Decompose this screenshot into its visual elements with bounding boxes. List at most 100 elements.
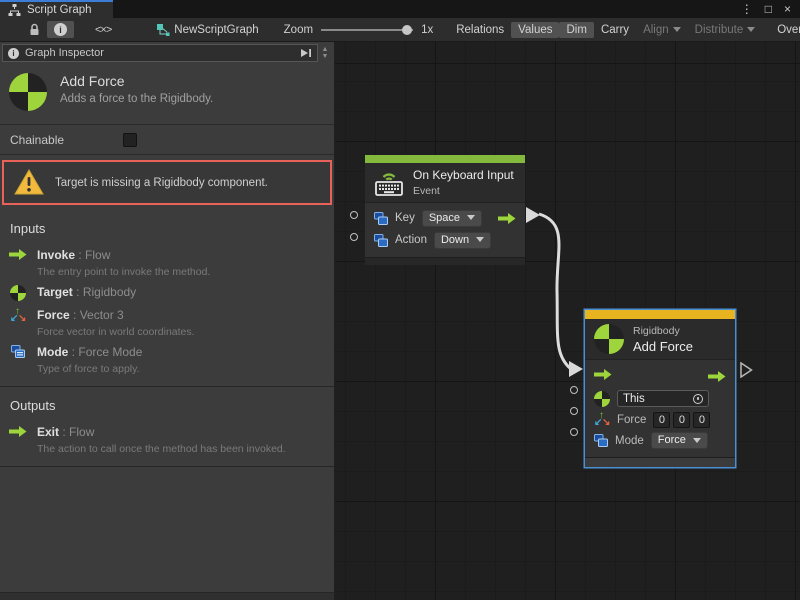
wire-end-arrow-icon (569, 361, 583, 380)
inputs-section: Inputs Invoke : Flow The entry point to … (0, 210, 334, 387)
graph-inspector-panel: i Graph Inspector ▲ ▼ (0, 42, 335, 600)
warning-message: Target is missing a Rigidbody component. (55, 177, 268, 189)
inspector-header[interactable]: i Graph Inspector (2, 44, 318, 62)
zoom-slider-handle[interactable] (402, 25, 412, 35)
tab-script-graph[interactable]: Script Graph (0, 0, 113, 18)
chevron-down-icon (747, 27, 755, 32)
flow-row (585, 364, 735, 388)
mode-row: Mode Force (585, 430, 735, 451)
chevron-down-icon (673, 27, 681, 32)
zoom-value: 1x (421, 24, 433, 36)
enum-icon (8, 343, 28, 358)
unit-header: Add Force Adds a force to the Rigidbody. (0, 62, 334, 125)
mode-dropdown[interactable]: Force (651, 432, 708, 449)
distribute-button[interactable]: Distribute (688, 22, 763, 38)
port-description: Type of force to apply. (37, 363, 142, 375)
force-vector-inputs: 0 0 0 (653, 412, 710, 428)
rigidbody-icon (9, 73, 47, 111)
warning-node-color-bar (585, 310, 735, 319)
force-z-input[interactable]: 0 (693, 412, 710, 428)
node-body: This ↑↙↘ Force 0 0 0 (585, 359, 735, 457)
action-dropdown[interactable]: Down (434, 232, 491, 249)
key-dropdown[interactable]: Space (422, 210, 482, 227)
target-row: This (585, 388, 735, 409)
script-graph-tab-icon (8, 4, 21, 16)
graph-asset-button[interactable]: NewScriptGraph (150, 22, 265, 38)
enum-icon (594, 434, 608, 447)
action-row: Action Down (365, 229, 525, 251)
zoom-slider[interactable] (321, 29, 413, 31)
target-picker-icon[interactable] (693, 394, 703, 404)
flow-input-port[interactable] (594, 368, 612, 384)
inspector-empty-area (0, 467, 334, 592)
inspector-header-row: i Graph Inspector ▲ ▼ (0, 42, 334, 62)
flow-output-hollow-arrow-icon (740, 362, 753, 381)
target-self-field[interactable]: This (617, 390, 709, 407)
node-category: Rigidbody (633, 325, 693, 337)
target-input-port[interactable] (570, 386, 578, 394)
graph-canvas[interactable]: On Keyboard Input Event Key Space (335, 42, 800, 600)
menu-icon[interactable]: ⋮ (741, 2, 753, 16)
node-add-force[interactable]: Rigidbody Add Force (585, 310, 735, 467)
graph-toolbar: i <×> NewScriptGraph Zoom 1x Relations V… (0, 18, 800, 42)
key-row: Key Space (365, 207, 525, 229)
outputs-header: Outputs (0, 391, 334, 419)
rigidbody-icon (594, 391, 610, 407)
port-row-target: Target : Rigidbody (0, 279, 334, 302)
values-button[interactable]: Values (511, 22, 559, 38)
panel-scroll-buttons: ▲ ▼ (318, 44, 332, 62)
chainable-row: Chainable (0, 125, 334, 155)
mode-label: Mode (615, 435, 644, 447)
flow-arrow-icon (8, 246, 28, 261)
align-button[interactable]: Align (636, 22, 688, 38)
warning-icon (14, 169, 44, 196)
flow-output-port[interactable] (708, 370, 726, 383)
close-icon[interactable]: × (784, 2, 791, 16)
node-header: Rigidbody Add Force (585, 319, 735, 359)
key-label: Key (395, 212, 415, 224)
scroll-up-icon[interactable]: ▲ (322, 46, 329, 53)
force-y-input[interactable]: 0 (673, 412, 690, 428)
inspector-title: Graph Inspector (25, 47, 104, 59)
action-label: Action (395, 234, 427, 246)
window-controls: ⋮ □ × (741, 0, 800, 18)
lock-button[interactable] (22, 21, 47, 38)
force-row: ↑↙↘ Force 0 0 0 (585, 409, 735, 430)
mode-input-port[interactable] (570, 428, 578, 436)
dock-button[interactable] (300, 48, 312, 58)
node-title: Add Force (633, 339, 693, 354)
force-x-input[interactable]: 0 (653, 412, 670, 428)
code-preview-button[interactable]: <×> (88, 22, 118, 38)
node-footer (365, 257, 525, 265)
inspector-bottom-strip (0, 592, 334, 600)
trigger-output-port[interactable] (498, 212, 516, 225)
carry-button[interactable]: Carry (594, 22, 636, 38)
force-label: Force (617, 414, 646, 426)
node-footer (585, 457, 735, 467)
chevron-down-icon (693, 438, 701, 443)
key-input-port[interactable] (350, 211, 358, 219)
flow-arrow-icon (8, 423, 28, 438)
node-body: Key Space Acti (365, 202, 525, 257)
info-icon: i (8, 48, 19, 59)
chevron-down-icon (476, 237, 484, 242)
main-area: i Graph Inspector ▲ ▼ (0, 42, 800, 600)
port-description: The entry point to invoke the method. (37, 266, 210, 278)
inputs-header: Inputs (0, 214, 334, 242)
wire-start-arrow-icon (526, 207, 540, 226)
info-icon: i (54, 23, 67, 36)
dim-button[interactable]: Dim (559, 22, 593, 38)
maximize-icon[interactable]: □ (765, 2, 772, 16)
vector3-icon: ↑↙↘ (8, 306, 28, 324)
enum-icon (374, 234, 388, 247)
relations-button[interactable]: Relations (449, 22, 511, 38)
force-input-port[interactable] (570, 407, 578, 415)
keyboard-icon (374, 170, 404, 196)
action-input-port[interactable] (350, 233, 358, 241)
chainable-checkbox[interactable] (123, 133, 137, 147)
node-subtitle: Event (413, 185, 514, 197)
inspector-toggle-button[interactable]: i (47, 21, 74, 38)
scroll-down-icon[interactable]: ▼ (322, 53, 329, 60)
node-on-keyboard-input[interactable]: On Keyboard Input Event Key Space (365, 155, 525, 265)
overview-button[interactable]: Overview (770, 22, 800, 38)
